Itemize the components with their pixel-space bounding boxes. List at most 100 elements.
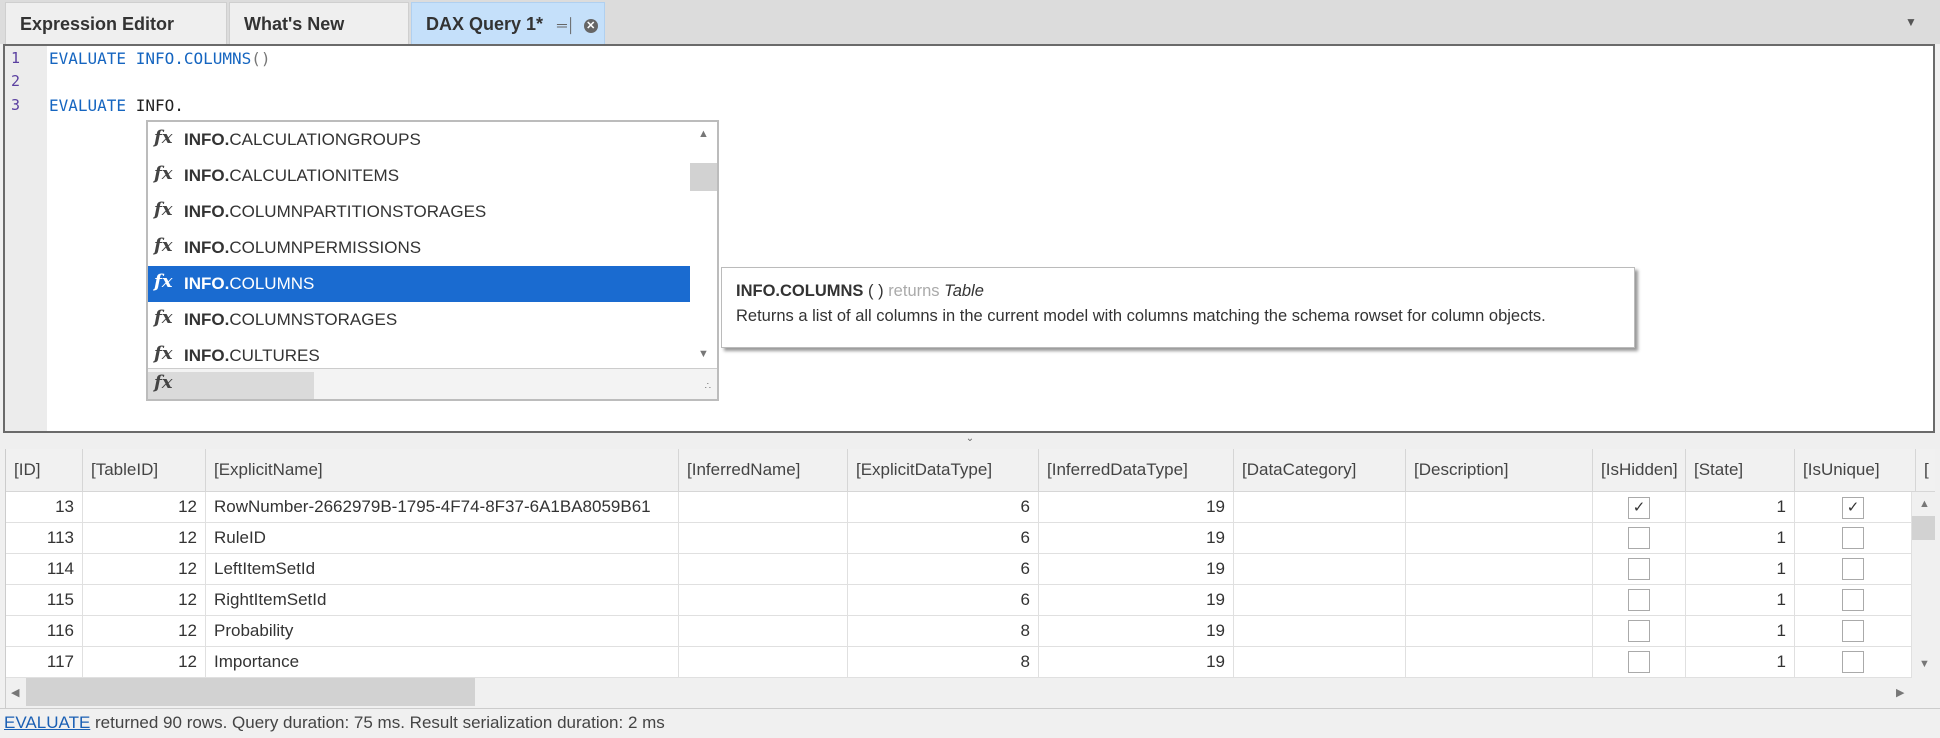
- column-header[interactable]: [ID]: [6, 449, 83, 492]
- autocomplete-item[interactable]: fx INFO.COLUMNPERMISSIONS: [148, 230, 690, 266]
- table-cell: [679, 554, 848, 585]
- column-header[interactable]: [InferredDataType]: [1039, 449, 1234, 492]
- scrollbar-thumb[interactable]: [690, 163, 717, 191]
- item-name: COLUMNS: [229, 274, 315, 293]
- function-signature: INFO.COLUMNS ( ) returns Table: [736, 282, 1634, 301]
- checkbox[interactable]: [1628, 620, 1650, 642]
- item-name: COLUMNSTORAGES: [229, 310, 398, 329]
- autocomplete-item[interactable]: fx INFO.CALCULATIONGROUPS: [148, 122, 690, 158]
- tab-dax-query-1[interactable]: DAX Query 1* ═│ ✕: [411, 2, 605, 44]
- horizontal-scrollbar[interactable]: ◀ ▶: [6, 678, 1935, 708]
- checkbox[interactable]: [1628, 527, 1650, 549]
- column-header[interactable]: [ExplicitDataType]: [848, 449, 1039, 492]
- checkbox[interactable]: [1628, 651, 1650, 673]
- table-cell: [679, 492, 848, 523]
- table-cell: [1406, 647, 1593, 678]
- scroll-up-icon[interactable]: ▲: [698, 128, 709, 140]
- table-cell: 1: [1686, 616, 1795, 647]
- pin-icon[interactable]: ═│: [557, 17, 576, 33]
- filter-function-toggle[interactable]: [148, 372, 314, 399]
- checkbox[interactable]: [1842, 589, 1864, 611]
- table-cell: 12: [83, 554, 206, 585]
- autocomplete-item[interactable]: fx INFO.COLUMNSTORAGES: [148, 302, 690, 338]
- table-cell: 1: [1686, 585, 1795, 616]
- tab-whats-new[interactable]: What's New: [229, 2, 409, 44]
- table-cell: 19: [1039, 554, 1234, 585]
- table-cell: 6: [848, 585, 1039, 616]
- table-cell: LeftItemSetId: [206, 554, 679, 585]
- column-header[interactable]: [: [1916, 449, 1935, 492]
- scrollbar-thumb[interactable]: [26, 678, 475, 706]
- vertical-scrollbar[interactable]: ▲ ▼: [1912, 492, 1935, 678]
- table-cell: 13: [6, 492, 83, 523]
- item-prefix: INFO.: [184, 274, 230, 293]
- table-cell: ✓: [1795, 492, 1912, 523]
- table-cell: 19: [1039, 492, 1234, 523]
- table-cell: RightItemSetId: [206, 585, 679, 616]
- table-cell: 1: [1686, 647, 1795, 678]
- table-cell: RowNumber-2662979B-1795-4F74-8F37-6A1BA8…: [206, 492, 679, 523]
- column-header[interactable]: [State]: [1686, 449, 1795, 492]
- checkbox[interactable]: [1628, 589, 1650, 611]
- column-header[interactable]: [InferredName]: [679, 449, 848, 492]
- evaluate-link[interactable]: EVALUATE: [4, 713, 90, 732]
- autocomplete-item[interactable]: fx INFO.COLUMNPARTITIONSTORAGES: [148, 194, 690, 230]
- column-header[interactable]: [Description]: [1406, 449, 1593, 492]
- parentheses: (): [251, 49, 271, 68]
- table-cell: 19: [1039, 585, 1234, 616]
- item-prefix: INFO.: [184, 130, 230, 149]
- column-header[interactable]: [IsHidden]: [1593, 449, 1686, 492]
- scroll-up-icon[interactable]: ▲: [1919, 498, 1930, 510]
- column-header[interactable]: [DataCategory]: [1234, 449, 1406, 492]
- function-icon: fx: [154, 199, 173, 220]
- scroll-right-icon[interactable]: ▶: [1896, 686, 1904, 699]
- table-cell: [1795, 554, 1912, 585]
- table-cell: [1406, 616, 1593, 647]
- item-prefix: INFO.: [184, 238, 230, 257]
- checkbox[interactable]: [1628, 558, 1650, 580]
- table-cell: [1406, 492, 1593, 523]
- checkbox[interactable]: ✓: [1842, 497, 1864, 519]
- tab-expression-editor[interactable]: Expression Editor: [5, 2, 227, 44]
- tab-label: Expression Editor: [20, 14, 175, 34]
- column-header[interactable]: [TableID]: [83, 449, 206, 492]
- table-cell: [1234, 523, 1406, 554]
- autocomplete-item[interactable]: fx INFO.CALCULATIONITEMS: [148, 158, 690, 194]
- checkbox[interactable]: [1842, 527, 1864, 549]
- table-cell: [1234, 585, 1406, 616]
- table-cell: 12: [83, 492, 206, 523]
- table-cell: [1406, 554, 1593, 585]
- checkbox[interactable]: [1842, 620, 1864, 642]
- autocomplete-item[interactable]: fx INFO.COLUMNS: [148, 266, 690, 302]
- function-icon: fx: [154, 235, 173, 256]
- table-cell: [1234, 616, 1406, 647]
- scroll-down-icon[interactable]: ▼: [698, 348, 709, 360]
- chevron-down-icon[interactable]: ⌄: [966, 433, 974, 444]
- checkbox[interactable]: [1842, 558, 1864, 580]
- resize-grip-icon[interactable]: ∴: [705, 381, 711, 392]
- autocomplete-scrollbar[interactable]: ▲ ▼: [690, 122, 717, 368]
- tab-bar: Expression Editor What's New DAX Query 1…: [0, 0, 1940, 44]
- table-cell: 8: [848, 647, 1039, 678]
- column-header[interactable]: [IsUnique]: [1795, 449, 1916, 492]
- checkbox[interactable]: [1842, 651, 1864, 673]
- tooltip-return-type: Table: [944, 282, 984, 300]
- table-cell: 12: [83, 523, 206, 554]
- keyword: EVALUATE: [49, 49, 127, 68]
- table-cell: [679, 647, 848, 678]
- table-cell: [1593, 554, 1686, 585]
- function-icon[interactable]: fx: [154, 372, 172, 393]
- function-icon: fx: [154, 127, 173, 148]
- pane-splitter[interactable]: ⌄: [0, 433, 1940, 449]
- table-cell: 12: [83, 585, 206, 616]
- close-icon[interactable]: ✕: [583, 19, 598, 33]
- scroll-left-icon[interactable]: ◀: [11, 686, 19, 699]
- scrollbar-thumb[interactable]: [1912, 516, 1935, 540]
- table-cell: 12: [83, 647, 206, 678]
- scroll-down-icon[interactable]: ▼: [1919, 658, 1930, 670]
- checkbox[interactable]: ✓: [1628, 497, 1650, 519]
- code-line: EVALUATE INFO.COLUMNS(): [49, 49, 271, 68]
- table-cell: 6: [848, 554, 1039, 585]
- tab-list-dropdown-icon[interactable]: ▼: [1905, 15, 1917, 29]
- column-header[interactable]: [ExplicitName]: [206, 449, 679, 492]
